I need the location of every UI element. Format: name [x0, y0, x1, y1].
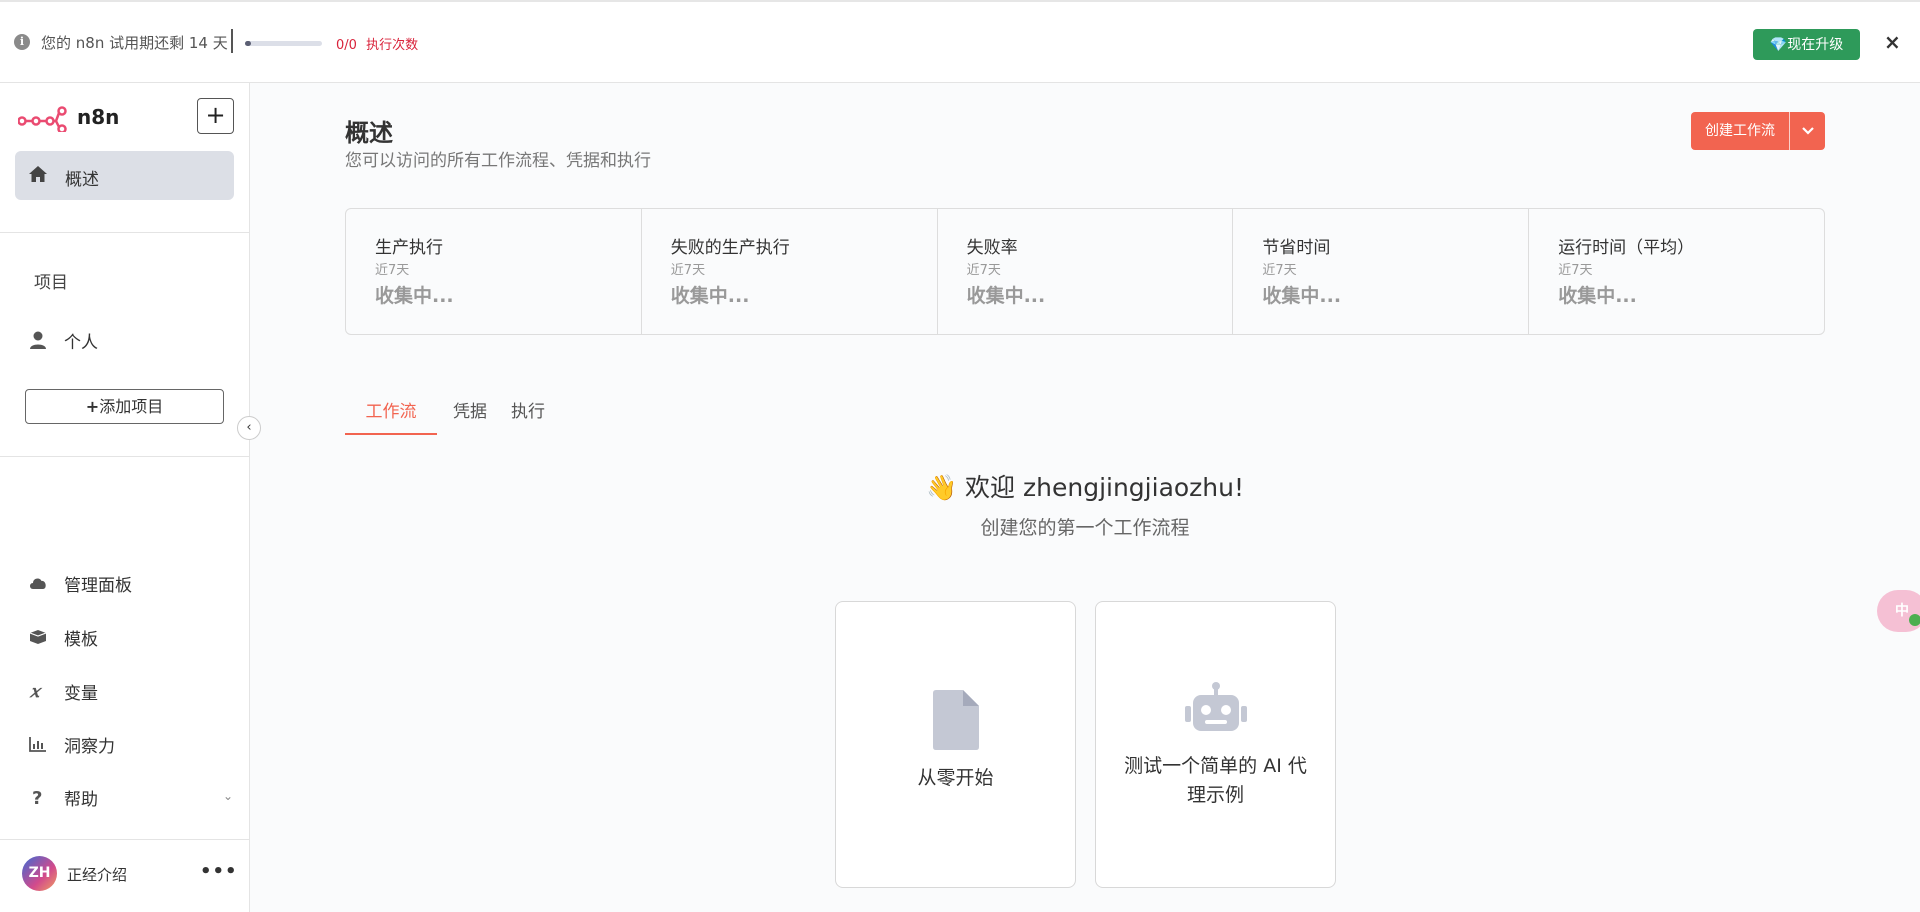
page-subtitle: 您可以访问的所有工作流程、凭据和执行 — [345, 151, 651, 171]
create-workflow-button[interactable]: 创建工作流 — [1691, 112, 1825, 150]
sidebar-item-label: 管理面板 — [64, 576, 132, 596]
executions-count-value: 0/0 — [336, 38, 357, 53]
stat-period: 近7天 — [966, 263, 1001, 278]
robot-icon — [1184, 682, 1247, 731]
banner-separator — [231, 29, 233, 53]
plus-icon: + — [85, 397, 100, 416]
trial-text: 您的 n8n 试用期还剩 14 天 — [41, 34, 228, 52]
executions-count-label: 执行次数 — [366, 38, 419, 53]
chevron-down-icon[interactable] — [1790, 112, 1825, 150]
create-workflow-label[interactable]: 创建工作流 — [1691, 112, 1789, 150]
sidebar-item-label: 帮助 — [64, 790, 98, 810]
projects-heading: 项目 — [34, 273, 68, 293]
tab-workflows[interactable]: 工作流 — [345, 398, 437, 435]
stat-failure-rate: 失败率 近7天 收集中... — [938, 209, 1234, 334]
translate-icon: 中 — [1895, 603, 1909, 619]
svg-text:𝑥: 𝑥 — [29, 682, 43, 701]
stat-period: 近7天 — [1262, 263, 1297, 278]
home-icon — [29, 166, 47, 182]
variable-icon: 𝑥 — [29, 682, 43, 701]
translate-button[interactable]: 中 — [1877, 590, 1920, 632]
stat-value: 收集中... — [375, 285, 454, 307]
stat-title: 节省时间 — [1262, 238, 1331, 258]
check-icon — [1909, 614, 1920, 626]
executions-progress-fill — [245, 41, 251, 46]
chevron-down-icon: ⌄ — [223, 789, 234, 803]
sidebar-divider — [0, 456, 249, 457]
file-icon — [932, 690, 979, 750]
diamond-icon: 💎 — [1769, 36, 1788, 52]
box-icon — [29, 630, 47, 644]
main-content: 概述 您可以访问的所有工作流程、凭据和执行 创建工作流 生产执行 近7天 收集中… — [250, 83, 1920, 912]
stat-value: 收集中... — [1262, 285, 1342, 307]
stats-panel: 生产执行 近7天 收集中... 失败的生产执行 近7天 收集中... 失败率 近… — [345, 208, 1825, 335]
tab-credentials[interactable]: 凭据 — [450, 398, 490, 435]
stat-time-saved: 节省时间 近7天 收集中... — [1233, 209, 1530, 334]
stat-avg-run-time: 运行时间（平均） 近7天 收集中... — [1529, 209, 1824, 334]
add-project-label: 添加项目 — [99, 397, 164, 416]
sidebar-item-overview[interactable]: 概述 — [15, 151, 234, 200]
tab-executions[interactable]: 执行 — [508, 398, 548, 435]
stat-value: 收集中... — [966, 285, 1046, 307]
card-label: 测试一个简单的 AI 代理示例 — [1124, 755, 1307, 806]
sidebar-item-label: 概述 — [65, 170, 99, 190]
close-banner-button[interactable]: × — [1884, 30, 1901, 54]
sidebar-item-label: 洞察力 — [64, 737, 115, 757]
executions-progress-bar — [245, 41, 322, 46]
stat-period: 近7天 — [375, 263, 410, 278]
sidebar-item-label: 模板 — [64, 630, 98, 650]
chart-icon — [29, 737, 46, 752]
trial-banner: i 您的 n8n 试用期还剩 14 天 0/0 执行次数 💎现在升级 × — [0, 0, 1920, 83]
upgrade-label: 现在升级 — [1787, 36, 1844, 52]
sidebar-item-help[interactable]: ? 帮助 ⌄ — [28, 783, 233, 811]
welcome-heading: 👋 欢迎 zhengjingjiaozhu! — [925, 473, 1245, 502]
n8n-logo-icon — [18, 106, 67, 132]
stat-title: 生产执行 — [375, 238, 443, 258]
sidebar-item-label: 变量 — [64, 684, 98, 704]
start-from-scratch-card[interactable]: 从零开始 — [835, 601, 1076, 888]
sidebar-divider — [0, 232, 249, 233]
stat-title: 运行时间（平均） — [1558, 238, 1695, 258]
chevron-left-icon: ‹ — [246, 420, 252, 435]
sidebar-item-label: 个人 — [64, 333, 98, 353]
svg-text:?: ? — [32, 788, 42, 807]
card-label: 从零开始 — [917, 767, 994, 789]
stat-title: 失败的生产执行 — [670, 238, 790, 258]
welcome-subheading: 创建您的第一个工作流程 — [980, 517, 1190, 539]
ai-agent-example-card[interactable]: 测试一个简单的 AI 代理示例 — [1095, 601, 1336, 888]
stat-production-executions: 生产执行 近7天 收集中... — [346, 209, 642, 334]
stat-failed-executions: 失败的生产执行 近7天 收集中... — [642, 209, 938, 334]
add-project-button[interactable]: +添加项目 — [25, 389, 224, 424]
page-title: 概述 — [345, 119, 393, 147]
stat-value: 收集中... — [670, 285, 750, 307]
collapse-sidebar-button[interactable]: ‹ — [237, 416, 261, 440]
stat-period: 近7天 — [670, 263, 706, 278]
sidebar: n8n + 概述 项目 个人 +添加项目 管理面板 模板 𝑥 变量 洞察力 ? … — [0, 83, 250, 912]
user-icon — [30, 331, 46, 349]
user-name: 正经介绍 — [67, 866, 128, 884]
stat-period: 近7天 — [1558, 263, 1593, 278]
info-icon: i — [14, 34, 30, 50]
avatar[interactable]: ZH — [22, 856, 57, 891]
upgrade-button[interactable]: 💎现在升级 — [1753, 29, 1860, 60]
question-icon: ? — [32, 788, 42, 807]
user-menu-icon[interactable]: ••• — [200, 861, 238, 882]
logo-text: n8n — [77, 105, 120, 129]
executions-count: 0/0 执行次数 — [336, 34, 418, 53]
stat-value: 收集中... — [1558, 285, 1637, 307]
cloud-icon — [30, 578, 46, 589]
user-profile[interactable]: ZH 正经介绍 ••• — [0, 839, 249, 912]
stat-title: 失败率 — [966, 238, 1018, 258]
add-button[interactable]: + — [197, 98, 234, 134]
